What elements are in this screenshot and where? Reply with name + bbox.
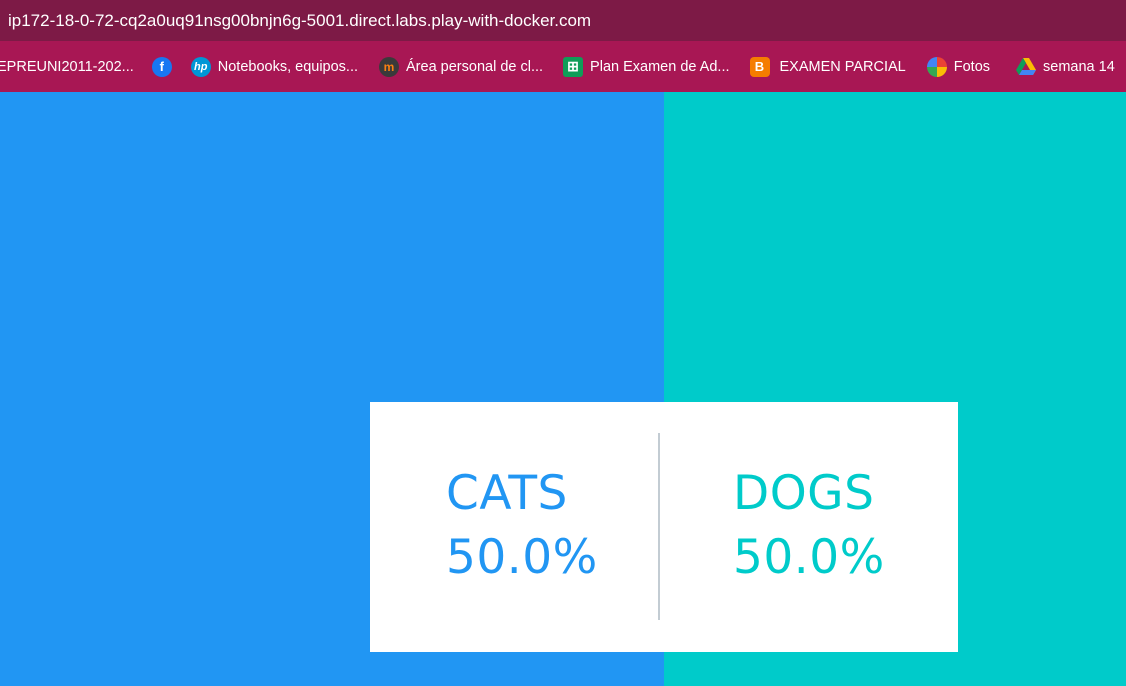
google-sheets-icon: ⊞ <box>563 56 584 77</box>
google-photos-icon <box>926 56 947 77</box>
bookmark-epreuni[interactable]: EPREUNI2011-202... <box>0 59 134 75</box>
bookmark-area-personal[interactable]: m Área personal de cl... <box>379 56 544 77</box>
bookmark-label: EXAMEN PARCIAL <box>779 58 906 75</box>
cats-percent: 50.0% <box>446 530 598 585</box>
bookmark-label: Notebooks, equipos... <box>217 58 359 75</box>
google-drive-icon <box>1016 57 1037 77</box>
bookmark-plan-examen[interactable]: ⊞ Plan Examen de Ad... <box>563 56 730 77</box>
bookmark-label: Área personal de cl... <box>406 58 544 75</box>
moodle-icon: m <box>379 56 400 77</box>
bookmark-label: Plan Examen de Ad... <box>590 58 730 75</box>
dogs-percent: 50.0% <box>733 530 885 585</box>
bookmark-label: semana 14 <box>1043 58 1115 75</box>
bookmark-label: EPREUNI2011-202... <box>0 58 134 75</box>
results-divider <box>658 433 660 620</box>
bookmark-fotos[interactable]: Fotos <box>926 56 991 77</box>
hp-icon: hp <box>190 56 211 77</box>
bookmark-label: Fotos <box>953 58 991 75</box>
bookmark-notebooks[interactable]: hp Notebooks, equipos... <box>190 56 359 77</box>
cats-label: CATS <box>446 466 568 521</box>
results-card: CATS 50.0% DOGS 50.0% <box>370 402 958 652</box>
address-bar[interactable]: ip172-18-0-72-cq2a0uq91nsg00bnjn6g-5001.… <box>0 0 1126 41</box>
vote-results-page: CATS 50.0% DOGS 50.0% <box>0 92 1126 686</box>
url-text[interactable]: ip172-18-0-72-cq2a0uq91nsg00bnjn6g-5001.… <box>8 11 591 31</box>
dogs-label: DOGS <box>733 466 875 521</box>
bookmark-facebook[interactable]: f <box>151 56 172 77</box>
bookmarks-bar: EPREUNI2011-202... f hp Notebooks, equip… <box>0 41 1126 92</box>
bookmark-examen-parcial[interactable]: B EXAMEN PARCIAL <box>749 56 906 77</box>
blogger-icon: B <box>749 56 770 77</box>
dogs-result: DOGS 50.0% <box>733 462 885 590</box>
facebook-icon: f <box>151 56 172 77</box>
cats-result: CATS 50.0% <box>446 462 598 590</box>
bookmark-semana-14[interactable]: semana 14 <box>1016 57 1115 77</box>
